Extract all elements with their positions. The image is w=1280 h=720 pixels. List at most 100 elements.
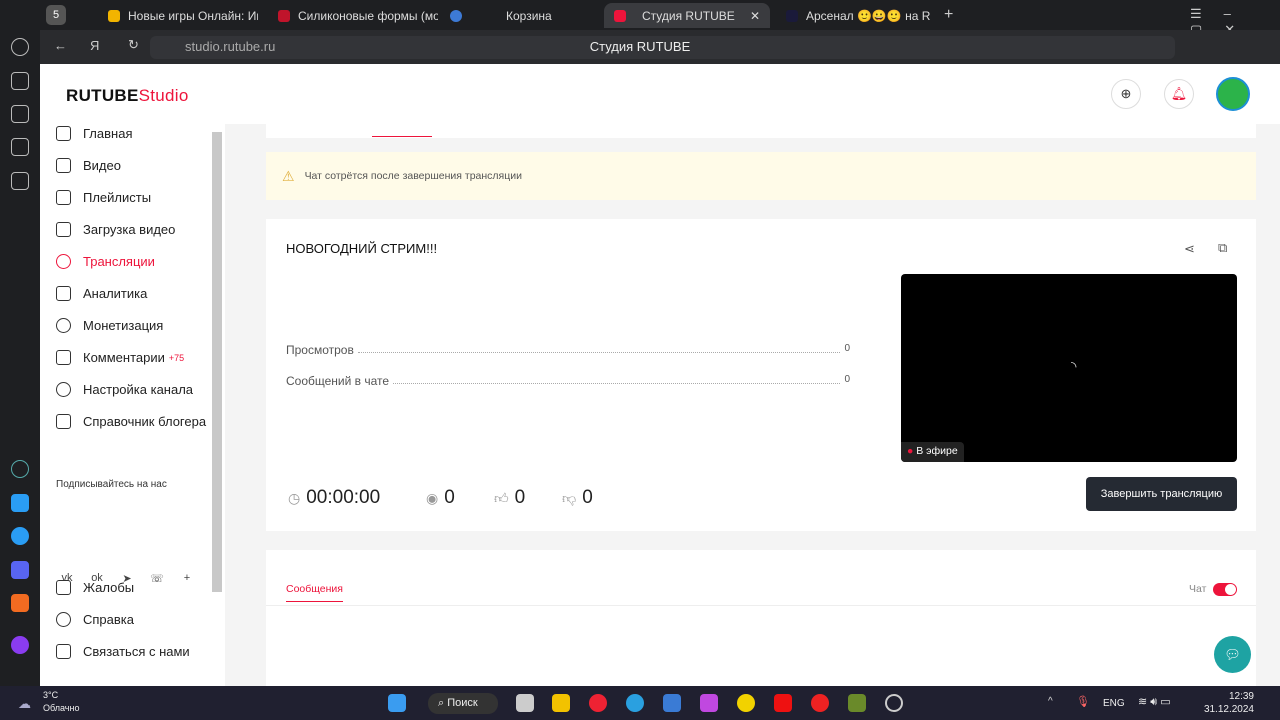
- app-icon[interactable]: [11, 138, 29, 156]
- reload-icon[interactable]: ↻: [128, 37, 139, 53]
- close-tab-icon[interactable]: ✕: [750, 9, 760, 23]
- app-icon[interactable]: [11, 105, 29, 123]
- app-icon[interactable]: [700, 694, 718, 712]
- sidebar-item-playlists[interactable]: Плейлисты: [56, 190, 151, 205]
- app-icon[interactable]: [11, 494, 29, 512]
- start-icon[interactable]: [388, 694, 406, 712]
- clock[interactable]: 12:39 31.12.2024: [1200, 690, 1254, 716]
- explorer-icon[interactable]: [552, 694, 570, 712]
- sidebar-item-guide[interactable]: Справочник блогера: [56, 414, 206, 429]
- divider: [266, 605, 1256, 606]
- dislikes-value: 0: [582, 487, 593, 508]
- favicon: [786, 9, 798, 22]
- weather-icon: ☁: [18, 696, 31, 711]
- tab[interactable]: Арсенал 🙂😀🙂 на R: [776, 3, 936, 28]
- browser-sidebar: [0, 0, 40, 686]
- obs-icon[interactable]: [885, 694, 903, 712]
- favicon: [108, 9, 120, 22]
- warning-banner: ⚠ Чат сотрётся после завершения трансляц…: [266, 152, 1256, 200]
- video-player[interactable]: ◝ ● В эфире: [901, 274, 1237, 462]
- label: Связаться с нами: [83, 644, 190, 659]
- tab-messages[interactable]: Сообщения: [286, 583, 343, 602]
- list-icon: [56, 190, 71, 205]
- end-broadcast-button[interactable]: Завершить трансляцию: [1086, 477, 1237, 511]
- app-icon[interactable]: [737, 694, 755, 712]
- label: Комментарии: [83, 350, 165, 365]
- sidebar-scrollbar[interactable]: [212, 132, 222, 592]
- tab[interactable]: Силиконовые формы (мо: [268, 3, 438, 28]
- avatar[interactable]: [1216, 77, 1250, 111]
- tab-label: Корзина: [506, 8, 552, 23]
- network-volume-battery-icons[interactable]: ≋ 🔊︎ ▭: [1138, 695, 1171, 709]
- tab-active[interactable]: Студия RUTUBE ✕: [604, 3, 770, 28]
- tab-bar: 5 Новые игры Онлайн: Игр Силиконовые фор…: [40, 0, 1280, 37]
- stat-chat-messages: Сообщений в чате 0: [286, 374, 850, 388]
- chat-card: Сообщения Чат: [266, 550, 1256, 686]
- share-icon[interactable]: ⋖: [1184, 241, 1195, 257]
- app-icon[interactable]: [11, 172, 29, 190]
- back-icon[interactable]: ←: [54, 38, 67, 53]
- label: Аналитика: [83, 286, 148, 301]
- help-icon: [56, 612, 71, 627]
- chat-toggle[interactable]: [1213, 583, 1237, 596]
- yandex-icon[interactable]: [589, 694, 607, 712]
- sidebar-item-help[interactable]: Справка: [56, 612, 134, 627]
- label: Главная: [83, 126, 133, 141]
- store-icon[interactable]: [663, 694, 681, 712]
- tab-label: Арсенал 🙂😀🙂 на R: [806, 8, 931, 23]
- tab-count[interactable]: 5: [46, 5, 66, 25]
- history-icon[interactable]: [11, 38, 29, 56]
- app-icon[interactable]: [848, 694, 866, 712]
- task-view-icon[interactable]: [516, 694, 534, 712]
- analytics-icon: [56, 286, 71, 301]
- search-button[interactable]: ⌕ Поиск: [428, 693, 498, 714]
- favicon: [278, 9, 290, 22]
- create-icon[interactable]: ⊕: [1111, 79, 1141, 109]
- taskbar: ☁ 3°C Облачно ⌕ Поиск ^ 🎙︎ ENG ≋ 🔊︎ ▭ 12:…: [0, 686, 1280, 720]
- tab[interactable]: Корзина: [440, 3, 600, 28]
- telegram-icon[interactable]: [11, 527, 29, 545]
- likes-value: 0: [514, 487, 526, 508]
- support-chat-button[interactable]: 💬︎: [1214, 636, 1251, 673]
- viber-icon[interactable]: ☏: [150, 572, 164, 585]
- mail-icon[interactable]: [11, 594, 29, 612]
- bell-icon[interactable]: 🔔︎: [1164, 79, 1194, 109]
- yandex-icon[interactable]: Я: [90, 38, 99, 53]
- tab[interactable]: Новые игры Онлайн: Игр: [98, 3, 258, 28]
- mic-icon[interactable]: 🎙︎: [1076, 695, 1090, 708]
- tray-chevron-icon[interactable]: ^: [1048, 696, 1053, 707]
- sidebar-item-analytics[interactable]: Аналитика: [56, 286, 147, 301]
- tab-label: Студия RUTUBE: [642, 8, 735, 23]
- page: RUTUBEStudio ⊕ 🔔︎ Главная Видео Плейлист…: [40, 64, 1280, 686]
- external-link-icon[interactable]: ⧉: [1218, 240, 1227, 256]
- sidebar-item-settings[interactable]: Настройка канала: [56, 382, 193, 397]
- stream-card: НОВОГОДНИЙ СТРИМ!!! ⋖ ⧉ Просмотров 0 Сооб…: [266, 219, 1256, 531]
- sidebar-item-monetization[interactable]: Монетизация: [56, 318, 163, 333]
- sidebar-item-broadcasts[interactable]: Трансляции: [56, 254, 155, 269]
- stat-value: 0: [844, 374, 850, 385]
- edge-icon[interactable]: [626, 694, 644, 712]
- yandex-browser-icon[interactable]: [811, 694, 829, 712]
- favicon: [450, 9, 462, 22]
- discord-icon[interactable]: [11, 561, 29, 579]
- sidebar-item-home[interactable]: Главная: [56, 126, 132, 141]
- language[interactable]: ENG: [1103, 698, 1125, 709]
- subscribe-label: Подписывайтесь на нас: [56, 479, 167, 490]
- sidebar-item-video[interactable]: Видео: [56, 158, 121, 173]
- sidebar-item-complaints[interactable]: Жалобы: [56, 580, 134, 595]
- weather[interactable]: 3°C Облачно: [43, 689, 79, 715]
- timer-value: 00:00:00: [306, 487, 381, 508]
- url-field[interactable]: studio.rutube.ru: [150, 36, 1175, 59]
- more-icon[interactable]: +: [180, 572, 194, 584]
- sidebar-item-contact[interactable]: Связаться с нами: [56, 644, 190, 659]
- app-icon[interactable]: [11, 460, 29, 478]
- youtube-icon[interactable]: [774, 694, 792, 712]
- collections-icon[interactable]: [11, 72, 29, 90]
- logo[interactable]: RUTUBEStudio: [66, 86, 189, 106]
- alice-icon[interactable]: [11, 636, 29, 654]
- clock-icon: ◷: [288, 489, 301, 506]
- sidebar: Главная Видео Плейлисты Загрузка видео Т…: [40, 124, 225, 686]
- new-tab-icon[interactable]: +: [944, 6, 953, 24]
- sidebar-item-upload[interactable]: Загрузка видео: [56, 222, 175, 237]
- sidebar-item-comments[interactable]: Комментарии +75: [56, 350, 184, 365]
